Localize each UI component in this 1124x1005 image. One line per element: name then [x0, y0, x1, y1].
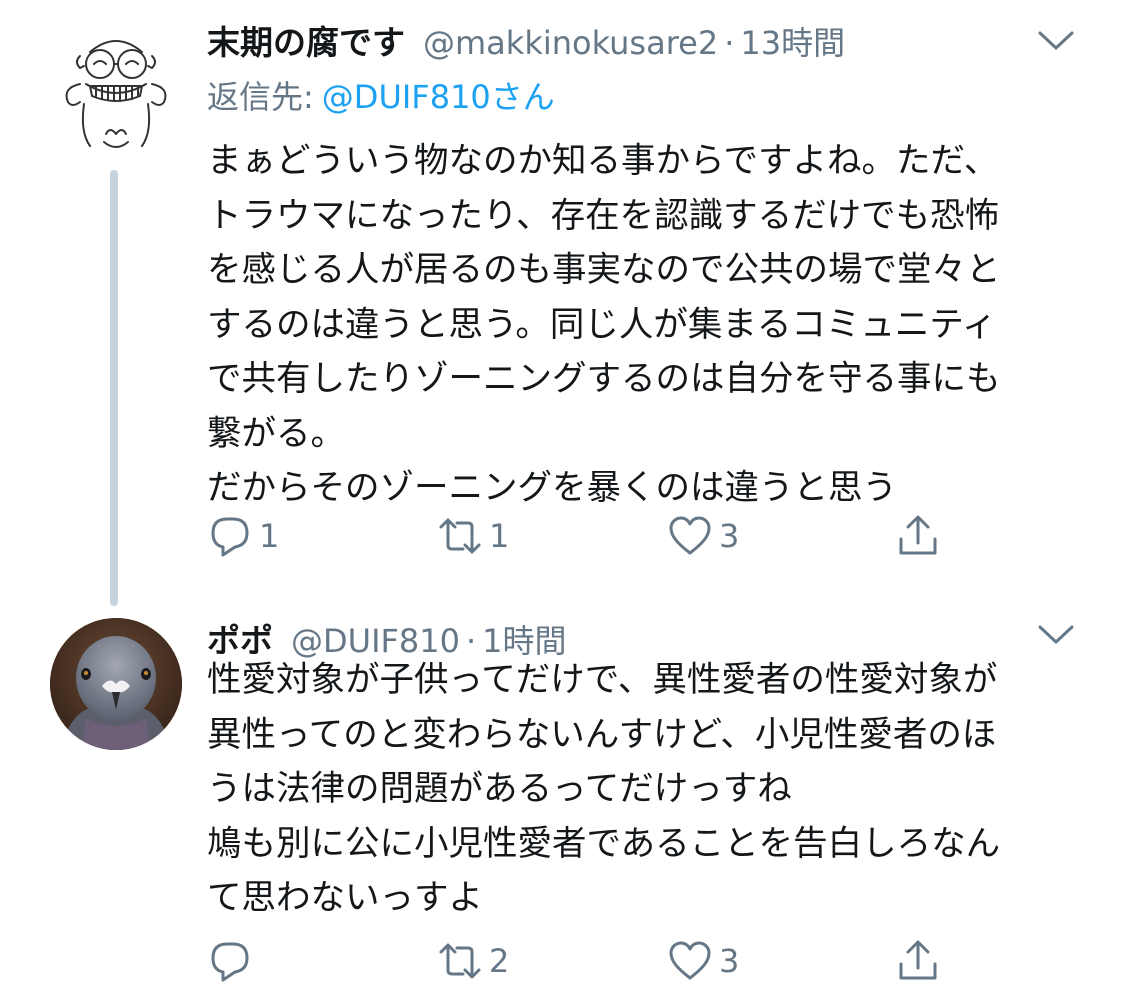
user-handle[interactable]: @makkinokusare2 [423, 24, 718, 62]
like-button[interactable]: 3 [667, 933, 739, 989]
share-button[interactable] [895, 933, 941, 989]
retweet-count: 1 [489, 517, 510, 555]
chevron-down-icon [1038, 625, 1074, 644]
heart-icon [669, 516, 711, 555]
tweet-reply-makkinokusare[interactable]: 末期の腐です @makkinokusare2 · 13時間 返信先: @DUIF8… [0, 0, 1124, 606]
avatar[interactable] [50, 22, 182, 154]
tweet-text-line: 鳩も別に公に小児性愛者であることを告白しろなん [207, 823, 1001, 864]
share-button[interactable] [895, 508, 941, 564]
pigeon-photo-avatar-icon [50, 618, 182, 750]
more-options-button[interactable] [1036, 622, 1076, 648]
retweet-icon [439, 518, 481, 554]
tweet-header: ポポ @DUIF810 · 1時間 [207, 614, 567, 660]
avatar[interactable] [50, 618, 182, 750]
reply-to-mention[interactable]: @DUIF810さん [322, 78, 555, 116]
tweet-text: 性愛対象が子供ってだけで、異性愛者の性愛対象が 異性ってのと変わらないんすけど、… [207, 653, 1067, 926]
share-icon [899, 515, 937, 555]
retweet-button[interactable]: 2 [437, 933, 509, 989]
tweet-popo[interactable]: ポポ @DUIF810 · 1時間 性愛対象が子供ってだけで、異性愛者の性愛対象… [0, 600, 1124, 1005]
retweet-count: 2 [489, 942, 510, 980]
tweet-text-line: で共有したりゾーニングするのは自分を守る事にも [207, 359, 1001, 399]
retweet-icon [439, 943, 481, 979]
reply-bubble-icon [211, 942, 249, 982]
tweet-header: 末期の腐です @makkinokusare2 · 13時間 [207, 16, 845, 62]
heart-icon [669, 941, 711, 980]
thread-line [110, 170, 118, 606]
reply-bubble-icon [211, 517, 249, 557]
tweet-text-line: するのは違うと思う。同じ人が集まるコミュニティ [207, 304, 997, 345]
reply-to-line: 返信先: @DUIF810さん [207, 72, 555, 118]
tweet-text-line: うは法律の問題があるってだけっすね [207, 769, 792, 809]
share-icon [899, 940, 937, 980]
tweet-text-line: 性愛対象が子供ってだけで、異性愛者の性愛対象が [207, 660, 998, 700]
tweet-text-line: まぁどういう物なのか知る事からですよね。ただ、 [207, 141, 999, 181]
like-button[interactable]: 3 [667, 508, 739, 564]
tweet-text-line: トラウマになったり、存在を認識するだけでも恐怖 [207, 195, 1000, 236]
tweet-text: まぁどういう物なのか知る事からですよね。ただ、 トラウマになったり、存在を認識す… [207, 134, 1067, 516]
tweet-text-line: を感じる人が居るのも事実なので公共の場で堂々と [207, 250, 1001, 290]
chevron-down-icon [1038, 31, 1074, 50]
display-name[interactable]: 末期の腐です [207, 16, 405, 64]
tweet-text-line: 繋がる。 [207, 413, 345, 454]
reply-button[interactable] [207, 933, 259, 989]
sketch-character-avatar-icon [65, 40, 167, 148]
reply-count: 1 [259, 517, 280, 555]
tweet-actions: 1 1 3 [207, 508, 967, 564]
tweet-actions: 2 3 [207, 933, 967, 989]
more-options-button[interactable] [1036, 28, 1076, 54]
tweet-text-line: 異性ってのと変わらないんすけど、小児性愛者のほ [207, 714, 997, 755]
reply-to-label: 返信先: [207, 78, 314, 116]
separator-dot: · [724, 24, 735, 62]
tweet-text-line: て思わないっすよ [207, 878, 483, 918]
timestamp[interactable]: 13時間 [740, 18, 845, 64]
reply-button[interactable]: 1 [207, 508, 279, 564]
like-count: 3 [719, 942, 740, 980]
retweet-button[interactable]: 1 [437, 508, 509, 564]
like-count: 3 [719, 517, 740, 555]
